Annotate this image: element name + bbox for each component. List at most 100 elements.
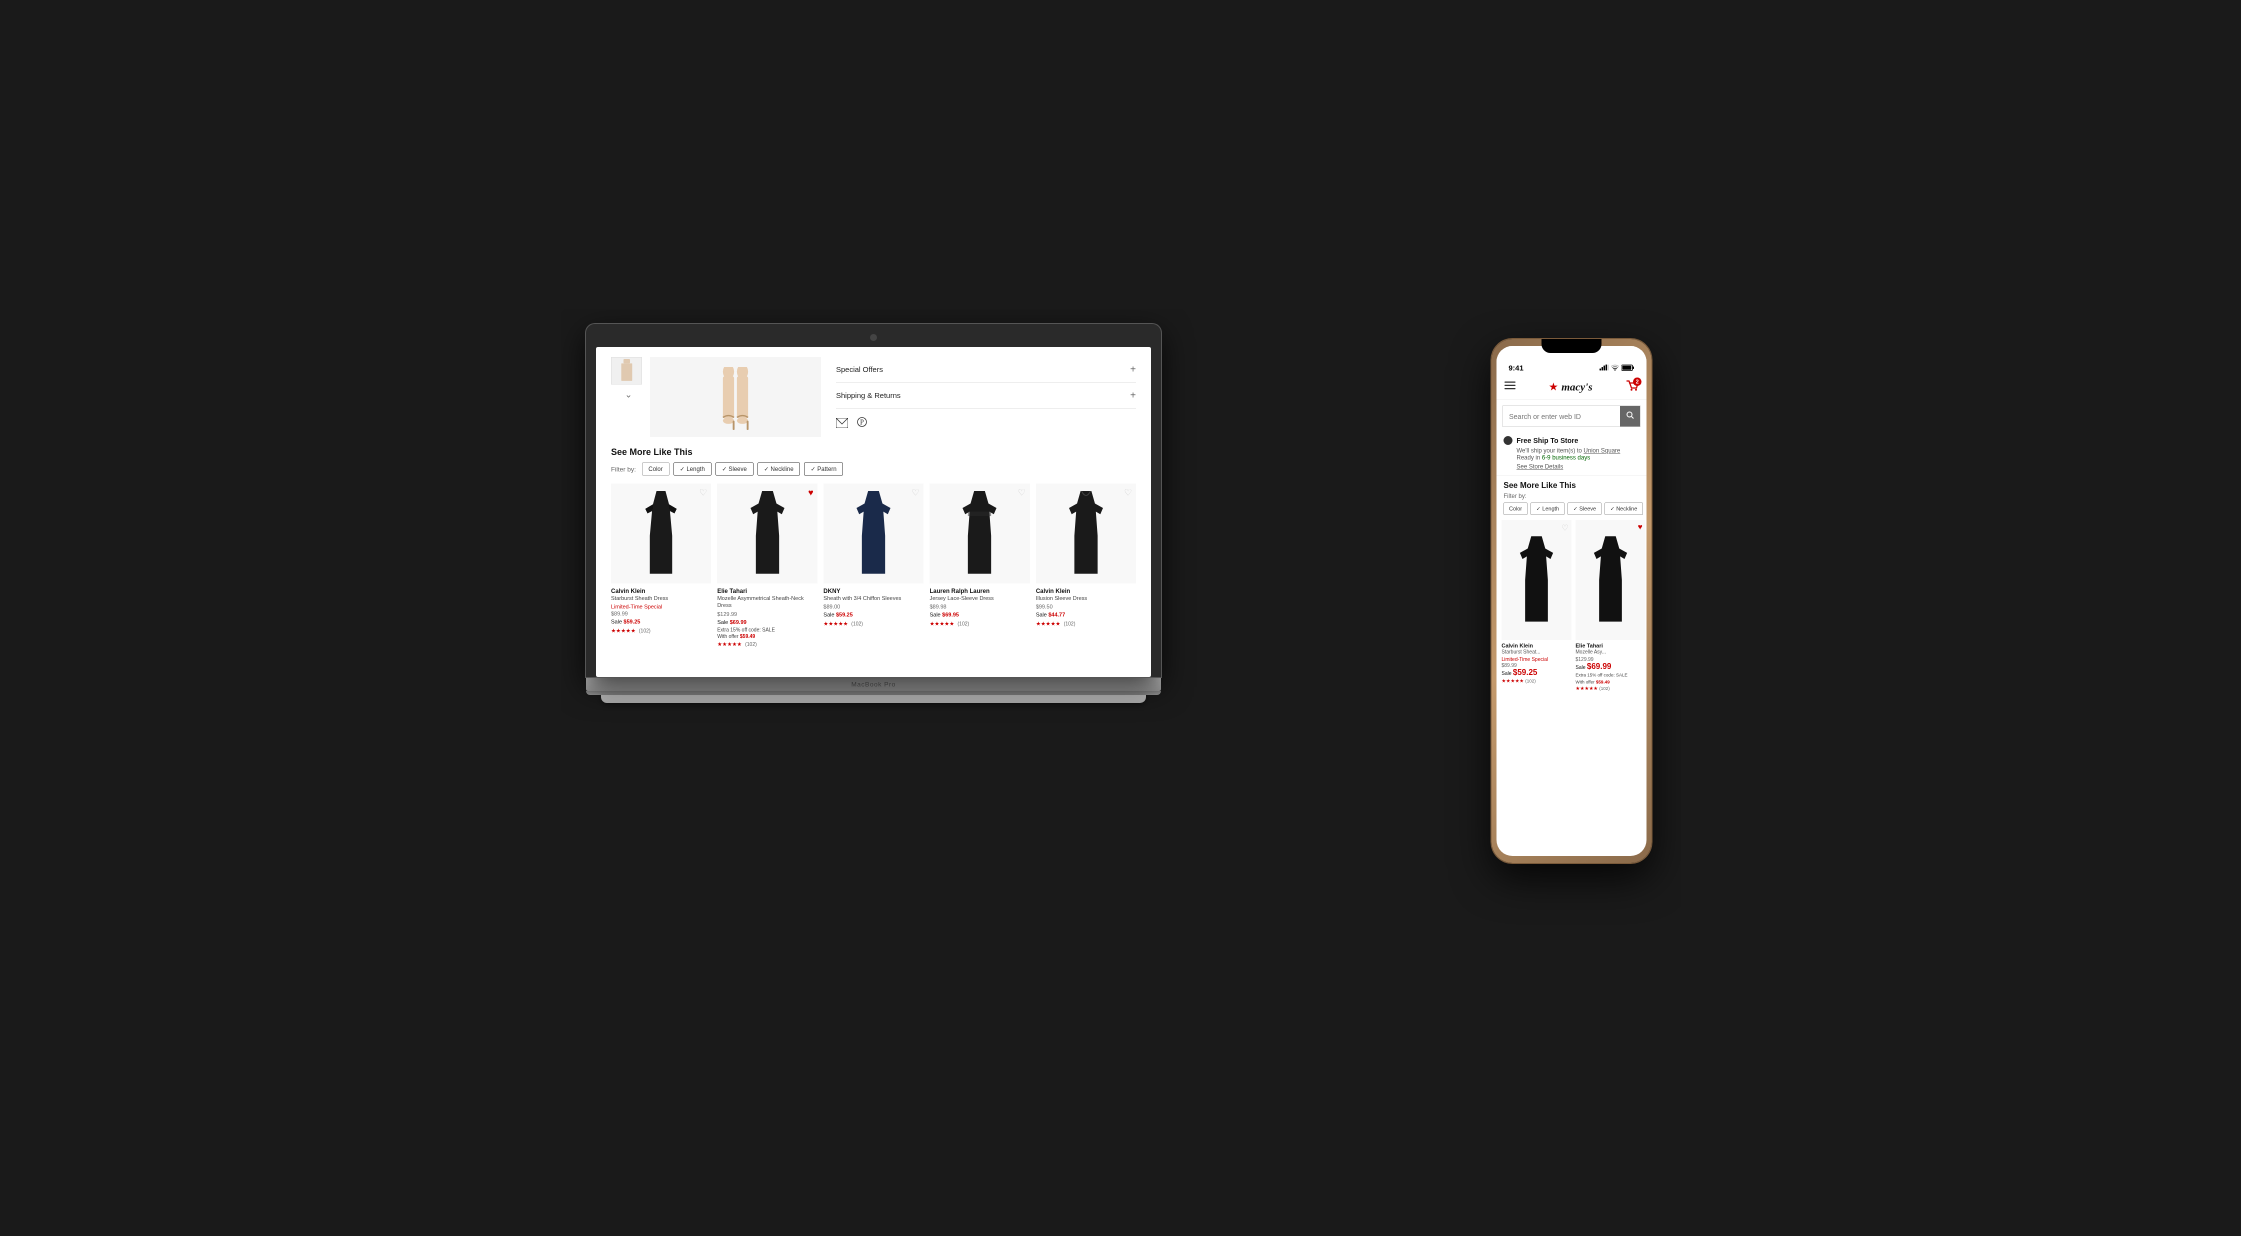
offer-price-2: $59.49	[739, 634, 754, 640]
macys-logo[interactable]: ★ macy's	[1548, 380, 1592, 393]
product-brand-1: Calvin Klein	[611, 588, 711, 595]
product-image-5: ♡	[1035, 484, 1135, 584]
product-card-2: ♥ Elie Tahari Mozelle Asymmetrical Sheat…	[717, 484, 817, 649]
scroll-down-btn[interactable]: ⌄	[611, 388, 646, 403]
extra-offer-2: Extra 15% off code: SALE	[717, 627, 817, 633]
reviews-3: (102)	[851, 622, 863, 628]
accordion-expand-icon: +	[1130, 364, 1136, 376]
stars-2: ★★★★★	[717, 641, 742, 647]
pinterest-share-icon[interactable]: P	[856, 417, 868, 429]
phone-sale-label-1: Sale	[1501, 671, 1512, 677]
product-info: Special Offers + Shipping & Returns +	[836, 357, 1136, 437]
search-input[interactable]	[1503, 407, 1620, 425]
stars-row-5: ★★★★★ (102)	[1035, 619, 1135, 628]
phone-sale-2: Sale $69.99	[1575, 663, 1645, 672]
sale-label-2: Sale	[717, 619, 730, 625]
sale-label-3: Sale	[823, 612, 836, 618]
filter-length-btn[interactable]: ✓ Length	[673, 463, 711, 476]
cart-button[interactable]: 2	[1625, 380, 1638, 395]
social-share: P	[836, 417, 1136, 429]
status-time: 9:41	[1508, 364, 1523, 373]
product-card-1: ♡ Calvin Klein Starburst Shea	[611, 484, 711, 649]
sale-label-4: Sale	[929, 612, 942, 618]
phone-filter-length[interactable]: ✓ Length	[1530, 503, 1564, 516]
ship-store-name[interactable]: Union Square	[1583, 447, 1620, 454]
special-offers-accordion[interactable]: Special Offers +	[836, 357, 1136, 383]
filter-sleeve-btn[interactable]: ✓ Sleeve	[715, 463, 753, 476]
sale-price-2: $69.99	[729, 619, 746, 625]
sale-label-5: Sale	[1035, 612, 1048, 618]
signal-icon	[1599, 365, 1608, 373]
phone-filter-label: Filter by:	[1496, 493, 1646, 503]
stars-row-4: ★★★★★ (102)	[929, 619, 1029, 628]
phone-filter-color[interactable]: Color	[1503, 503, 1527, 516]
macbook-label: MacBook Pro	[851, 680, 896, 688]
products-grid: ♡ Calvin Klein Starburst Shea	[611, 484, 1136, 649]
ship-desc-text: We'll ship your item(s) to	[1516, 447, 1583, 454]
filter-color-btn[interactable]: Color	[641, 463, 668, 476]
phone-header: ★ macy's 2	[1496, 375, 1646, 400]
phone-product-img-1: ♡	[1501, 520, 1571, 640]
sale-price-1: $59.25	[623, 619, 640, 625]
product-brand-3: DKNY	[823, 588, 923, 595]
product-card-3: ♡ DKNY Sheath with 3/4 Chiffon Sleeves $…	[823, 484, 923, 649]
shipping-returns-accordion[interactable]: Shipping & Returns +	[836, 383, 1136, 409]
laptop-bottom	[601, 695, 1146, 703]
phone-filter-neckline[interactable]: ✓ Neckline	[1604, 503, 1642, 516]
product-image-4: ♡	[929, 484, 1029, 584]
ship-title: Free Ship To Store	[1516, 437, 1578, 445]
phone-filter-sleeve[interactable]: ✓ Sleeve	[1567, 503, 1601, 516]
filter-row: Filter by: Color ✓ Length ✓ Sleeve ✓ Nec…	[611, 463, 1136, 476]
reviews-4: (102)	[957, 622, 969, 628]
product-name-1: Starburst Sheath Dress	[611, 595, 711, 602]
product-brand-4: Lauren Ralph Lauren	[929, 588, 1029, 595]
laptop-screen: ⌄	[596, 347, 1151, 677]
stars-1: ★★★★★	[611, 628, 636, 634]
ready-text: Ready in	[1516, 454, 1541, 461]
filter-pattern-btn[interactable]: ✓ Pattern	[804, 463, 843, 476]
product-name-2: Mozelle Asymmetrical Sheath-Neck Dress	[717, 595, 817, 609]
wishlist-btn-1[interactable]: ♡	[699, 488, 707, 499]
search-bar	[1502, 406, 1640, 428]
cart-badge-count: 2	[1633, 378, 1642, 387]
phone-notch	[1541, 339, 1601, 353]
phone-sale-price-2: $69.99	[1586, 663, 1610, 672]
stars-4: ★★★★★	[929, 621, 954, 627]
wishlist-btn-3[interactable]: ♡	[911, 488, 919, 499]
search-button[interactable]	[1620, 406, 1640, 427]
reviews-2: (102)	[745, 642, 757, 648]
product-image-1: ♡	[611, 484, 711, 584]
phone-shell: 9:41	[1491, 339, 1651, 863]
see-store-details-link[interactable]: See Store Details	[1516, 463, 1639, 470]
stars-row-3: ★★★★★ (102)	[823, 619, 923, 628]
product-card-4: ♡ Lauren Ralph Lauren Jersey Lace-Sleeve…	[929, 484, 1029, 649]
phone-stars-2: ★★★★★ (102)	[1575, 686, 1645, 692]
hamburger-menu-icon[interactable]	[1504, 381, 1515, 393]
phone-product-1: ♡ Calvin Klein Starburst Sheat... Limite…	[1501, 520, 1571, 692]
wishlist-btn-5[interactable]: ♡	[1123, 488, 1131, 499]
stars-3: ★★★★★	[823, 621, 848, 627]
reviews-5: (102)	[1063, 622, 1075, 628]
phone-extra-2: Extra 15% off code: SALE	[1575, 673, 1645, 679]
ship-to-store-section: Free Ship To Store We'll ship your item(…	[1496, 431, 1646, 476]
phone-sale-label-2: Sale	[1575, 665, 1586, 671]
phone-screen: 9:41	[1496, 346, 1646, 856]
ship-days: 6-9 business days	[1541, 454, 1589, 461]
phone-stars-1: ★★★★★ (102)	[1501, 679, 1571, 685]
phone-wishlist-1[interactable]: ♡	[1561, 523, 1568, 533]
phone-product-img-2: ♥	[1575, 520, 1645, 640]
product-images: ⌄	[611, 357, 821, 437]
wishlist-btn-4[interactable]: ♡	[1017, 488, 1025, 499]
price-sale-3: Sale $59.25	[823, 610, 923, 619]
wishlist-btn-2[interactable]: ♥	[808, 488, 813, 499]
email-share-icon[interactable]	[836, 417, 848, 429]
product-image-2: ♥	[717, 484, 817, 584]
sale-price-4: $69.95	[942, 612, 959, 618]
filter-neckline-btn[interactable]: ✓ Neckline	[757, 463, 800, 476]
phone-wishlist-2[interactable]: ♥	[1637, 523, 1642, 532]
accordion-expand-icon-2: +	[1130, 390, 1136, 402]
product-name-3: Sheath with 3/4 Chiffon Sleeves	[823, 595, 923, 602]
laptop-camera	[870, 334, 877, 341]
phone-prod-name-2: Mozelle Asy...	[1575, 649, 1645, 656]
thumbnail-1[interactable]	[611, 357, 642, 385]
